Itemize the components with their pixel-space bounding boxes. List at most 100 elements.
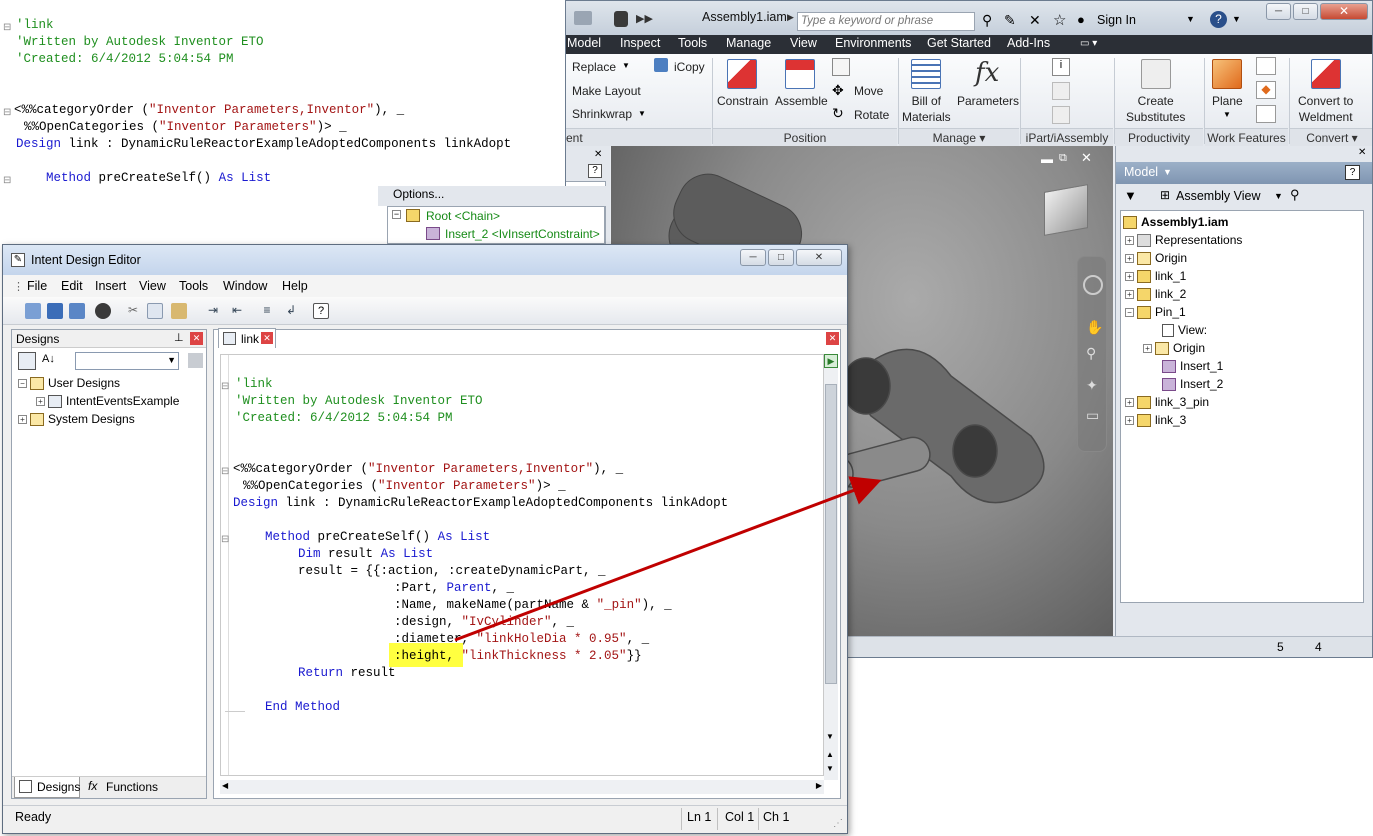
convert-to-weldment-button[interactable]: Convert to Weldment: [1298, 93, 1353, 125]
expand-icon[interactable]: ▶▶: [636, 12, 653, 25]
fold-marker[interactable]: ⊟: [221, 381, 229, 392]
tree-item-root[interactable]: Root <Chain>: [426, 209, 500, 223]
search-arrow-icon[interactable]: ▶: [787, 12, 794, 23]
expand-icon[interactable]: +: [1125, 290, 1134, 300]
menu-get-started[interactable]: Get Started: [927, 36, 991, 50]
scroll-right-icon[interactable]: ▶: [816, 781, 822, 790]
plane-button[interactable]: Plane: [1212, 93, 1243, 109]
menu-help[interactable]: Help: [282, 279, 308, 293]
editor-tab-link[interactable]: link ✕: [218, 328, 276, 348]
make-layout-button[interactable]: Make Layout: [572, 83, 641, 99]
user-icon[interactable]: ●: [1077, 12, 1085, 27]
minimize-button[interactable]: ─: [740, 249, 766, 266]
expand-icon[interactable]: +: [1125, 236, 1134, 246]
indent-icon[interactable]: ⇥: [205, 303, 221, 319]
help-icon[interactable]: ?: [588, 164, 602, 178]
scroll-up-icon[interactable]: ▲: [826, 750, 834, 759]
outdent-icon[interactable]: ⇤: [229, 303, 245, 319]
keyword-search-input[interactable]: Type a keyword or phrase: [797, 12, 975, 31]
tree-item-origin[interactable]: + Origin: [1143, 339, 1205, 357]
pin-icon[interactable]: ⊥: [174, 331, 184, 344]
shrinkwrap-button[interactable]: Shrinkwrap: [572, 106, 632, 122]
tree-item-assembly[interactable]: Assembly1.iam: [1123, 213, 1228, 231]
help-icon[interactable]: ?: [1210, 11, 1227, 28]
tree-item-user-designs[interactable]: − User Designs: [18, 374, 120, 392]
minimize-button[interactable]: ─: [1266, 3, 1291, 20]
tab-designs[interactable]: Designs: [14, 777, 80, 798]
tree-item-insert-2[interactable]: Insert_2: [1162, 375, 1223, 393]
assembly-view-dropdown[interactable]: Assembly View: [1176, 189, 1261, 203]
chevron-down-icon[interactable]: ▼: [1163, 167, 1172, 177]
bill-of-materials-button[interactable]: Bill of Materials: [902, 93, 951, 125]
parameters-button[interactable]: Parameters: [957, 93, 1019, 109]
group-manage[interactable]: Manage ▾: [899, 128, 1019, 146]
ucs-icon[interactable]: [1256, 105, 1276, 123]
zoom-icon[interactable]: ⚲: [1086, 345, 1096, 362]
maximize-button[interactable]: □: [1293, 3, 1318, 20]
save-all-icon[interactable]: [69, 303, 85, 319]
run-icon[interactable]: ▶: [824, 354, 838, 368]
expand-icon[interactable]: +: [18, 415, 27, 425]
ipart-icon[interactable]: [1052, 82, 1070, 100]
menu-view[interactable]: View: [139, 279, 166, 293]
icopy-button[interactable]: iCopy: [674, 59, 705, 75]
tree-item-link-3[interactable]: + link_3: [1125, 411, 1186, 429]
close-icon[interactable]: ✕: [261, 332, 273, 344]
fold-marker[interactable]: ⊟: [221, 466, 229, 477]
binoculars-icon[interactable]: ⚲: [982, 12, 992, 29]
scroll-down-icon[interactable]: ▼: [826, 764, 834, 773]
close-icon[interactable]: ✕: [1358, 147, 1366, 158]
options-link[interactable]: Options...: [393, 187, 444, 201]
panel-toggle-icon[interactable]: ▭ ▾: [1080, 38, 1097, 49]
expand-icon[interactable]: +: [1143, 344, 1152, 354]
tree-item-insert[interactable]: Insert_2 <IvInsertConstraint>: [445, 227, 600, 241]
binoculars-icon[interactable]: ⚲: [1290, 187, 1300, 203]
replace-button[interactable]: Replace: [572, 59, 616, 75]
help-icon[interactable]: ?: [1345, 165, 1360, 180]
vertical-scrollbar[interactable]: ▶ ▼ ▲ ▼: [824, 354, 838, 780]
close-button[interactable]: ✕: [1320, 3, 1368, 20]
expand-icon[interactable]: +: [36, 397, 45, 407]
collapse-icon[interactable]: −: [1125, 308, 1134, 318]
star-icon[interactable]: ☆: [1053, 11, 1066, 29]
collapse-icon[interactable]: −: [18, 379, 27, 389]
tree-item-view[interactable]: View:: [1162, 321, 1207, 339]
close-button[interactable]: ✕: [796, 249, 842, 266]
fold-marker[interactable]: ⊟: [3, 107, 11, 118]
maximize-button[interactable]: □: [768, 249, 794, 266]
tree-item-link-3-pin[interactable]: + link_3_pin: [1125, 393, 1209, 411]
paste-icon[interactable]: [171, 303, 187, 319]
expand-icon[interactable]: +: [1125, 416, 1134, 426]
menu-tools[interactable]: Tools: [179, 279, 208, 293]
tree-item-pin-1[interactable]: − Pin_1: [1125, 303, 1186, 321]
tree-item-system-designs[interactable]: + System Designs: [18, 410, 135, 428]
pan-icon[interactable]: ✋: [1086, 319, 1103, 336]
expand-icon[interactable]: +: [1125, 254, 1134, 264]
scrollbar-thumb[interactable]: [825, 384, 837, 684]
categorized-icon[interactable]: [18, 352, 36, 370]
save-icon[interactable]: [47, 303, 63, 319]
close-icon[interactable]: ✕: [826, 332, 839, 345]
menu-view[interactable]: View: [790, 36, 817, 50]
scroll-down-icon[interactable]: ▼: [826, 732, 834, 741]
constrain-button[interactable]: Constrain: [717, 93, 768, 109]
menu-model[interactable]: Model: [567, 36, 601, 50]
create-substitutes-button[interactable]: Create Substitutes: [1126, 93, 1185, 125]
wrench-icon[interactable]: ✎: [1004, 12, 1016, 29]
chevron-down-icon[interactable]: ▼: [622, 61, 630, 70]
chevron-down-icon[interactable]: ▼: [167, 355, 176, 365]
go-icon[interactable]: [188, 353, 203, 368]
menu-inspect[interactable]: Inspect: [620, 36, 660, 50]
filter-icon[interactable]: ▼: [1124, 188, 1137, 203]
antenna-icon[interactable]: ✕: [1029, 12, 1041, 29]
tree-item-intent-events-example[interactable]: + IntentEventsExample: [36, 392, 179, 410]
traffic-light-icon[interactable]: [95, 303, 111, 319]
close-icon[interactable]: ✕: [594, 149, 602, 160]
steering-wheel-icon[interactable]: [1083, 275, 1103, 295]
move-button[interactable]: Move: [854, 83, 883, 99]
ipart-icon[interactable]: [1052, 106, 1070, 124]
close-icon[interactable]: ✕: [1081, 150, 1092, 166]
chevron-down-icon[interactable]: ▼: [1232, 14, 1241, 24]
design-filter-select[interactable]: ▼: [75, 352, 179, 370]
free-move-icon[interactable]: [832, 58, 850, 76]
